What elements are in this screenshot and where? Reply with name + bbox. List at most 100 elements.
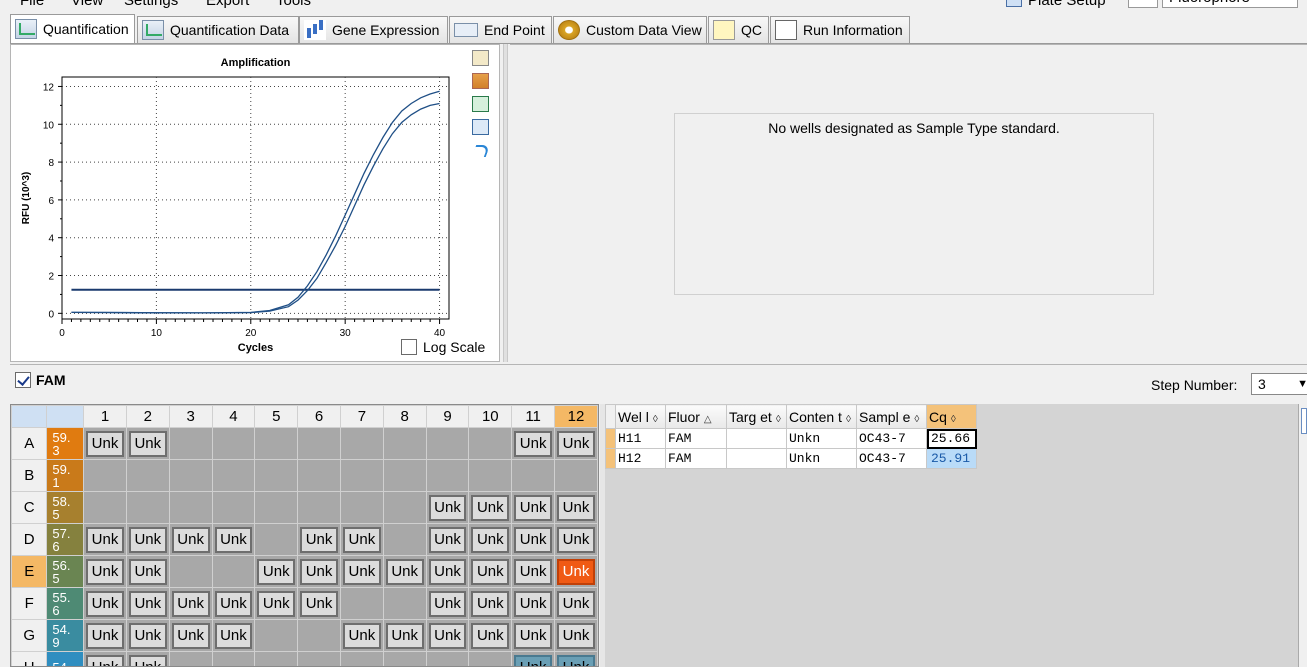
- plate-well[interactable]: Unk: [468, 555, 513, 588]
- column-header-content[interactable]: Conten t ◊: [786, 404, 857, 429]
- plate-well[interactable]: Unk: [83, 587, 127, 620]
- plate-well[interactable]: [168, 555, 213, 588]
- plate-well[interactable]: Unk: [511, 651, 556, 666]
- plate-well[interactable]: Unk: [425, 523, 470, 556]
- well-sample-type[interactable]: Unk: [428, 622, 467, 649]
- plate-well[interactable]: [425, 651, 470, 666]
- plate-well[interactable]: Unk: [125, 619, 170, 652]
- row-header[interactable]: A: [11, 427, 48, 460]
- log-scale-checkbox[interactable]: Log Scale: [401, 339, 485, 355]
- row-selector[interactable]: [605, 448, 616, 469]
- plate-well[interactable]: Unk: [83, 619, 127, 652]
- row-header[interactable]: D: [11, 523, 48, 556]
- well-sample-type[interactable]: Unk: [514, 622, 553, 649]
- column-header[interactable]: 8: [382, 405, 427, 428]
- plate-well[interactable]: Unk: [468, 619, 513, 652]
- plate-well[interactable]: Unk: [168, 619, 213, 652]
- plate-well[interactable]: Unk: [339, 555, 384, 588]
- well-sample-type[interactable]: Unk: [342, 558, 381, 585]
- well-sample-type[interactable]: Unk: [300, 526, 338, 553]
- plate-well[interactable]: [168, 651, 213, 666]
- plate-well[interactable]: Unk: [125, 427, 170, 460]
- well-sample-type[interactable]: Unk: [128, 590, 167, 617]
- column-header[interactable]: 9: [425, 405, 470, 428]
- plate-well[interactable]: [125, 491, 170, 524]
- well-sample-type[interactable]: Unk: [557, 558, 595, 585]
- plate-well[interactable]: [339, 491, 384, 524]
- row-header[interactable]: F: [11, 587, 48, 620]
- tab-custom-data-view[interactable]: Custom Data View: [553, 16, 707, 43]
- plate-well[interactable]: Unk: [511, 427, 556, 460]
- plate-well[interactable]: Unk: [382, 555, 427, 588]
- tab-quantification[interactable]: Quantification: [10, 14, 135, 43]
- plate-well[interactable]: [511, 459, 556, 492]
- well-sample-type[interactable]: Unk: [514, 590, 553, 617]
- cell-cq[interactable]: 25.91: [926, 448, 977, 469]
- row-header[interactable]: C: [11, 491, 48, 524]
- vertical-splitter[interactable]: [503, 44, 508, 362]
- well-sample-type[interactable]: Unk: [428, 558, 467, 585]
- plate-well[interactable]: [382, 427, 427, 460]
- plate-well[interactable]: [382, 651, 427, 666]
- plate-well[interactable]: Unk: [339, 523, 384, 556]
- plate-well[interactable]: [297, 459, 341, 492]
- plate-well[interactable]: [254, 427, 299, 460]
- well-sample-type[interactable]: Unk: [471, 526, 510, 553]
- plate-well[interactable]: [382, 587, 427, 620]
- step-number-select[interactable]: 3 ▼: [1251, 373, 1307, 395]
- well-sample-type[interactable]: Unk: [557, 494, 595, 521]
- plate-well[interactable]: Unk: [425, 619, 470, 652]
- plate-well[interactable]: Unk: [554, 587, 598, 620]
- tab-gene-expression[interactable]: Gene Expression: [299, 16, 448, 43]
- well-sample-type[interactable]: Unk: [557, 622, 595, 649]
- table-row[interactable]: H11 FAM Unkn OC43-7 25.66: [605, 428, 977, 449]
- plate-well[interactable]: Unk: [511, 555, 556, 588]
- well-sample-type[interactable]: Unk: [128, 558, 167, 585]
- well-sample-type[interactable]: Unk: [428, 494, 467, 521]
- cell-target[interactable]: [726, 448, 787, 469]
- menu-file[interactable]: File: [20, 0, 44, 9]
- well-sample-type[interactable]: Unk: [171, 526, 210, 553]
- plate-well[interactable]: [83, 459, 127, 492]
- plate-well[interactable]: [339, 427, 384, 460]
- plate-well[interactable]: [211, 651, 256, 666]
- plate-well[interactable]: Unk: [297, 523, 341, 556]
- column-header[interactable]: 7: [339, 405, 384, 428]
- well-sample-type[interactable]: Unk: [300, 590, 338, 617]
- plate-well[interactable]: Unk: [425, 587, 470, 620]
- tab-quantification-data[interactable]: Quantification Data: [137, 16, 299, 43]
- plate-well[interactable]: [468, 651, 513, 666]
- cell-content[interactable]: Unkn: [786, 428, 857, 449]
- plate-well[interactable]: Unk: [511, 587, 556, 620]
- plate-setup-button[interactable]: Plate Setup: [1006, 0, 1106, 10]
- well-sample-type[interactable]: Unk: [514, 654, 553, 666]
- plate-well[interactable]: Unk: [125, 651, 170, 666]
- export-chart-icon[interactable]: [472, 96, 489, 112]
- plate-well[interactable]: Unk: [554, 523, 598, 556]
- cell-target[interactable]: [726, 428, 787, 449]
- cell-well[interactable]: H12: [615, 448, 666, 469]
- plate-well[interactable]: [339, 651, 384, 666]
- well-sample-type[interactable]: Unk: [471, 590, 510, 617]
- plate-well[interactable]: [83, 491, 127, 524]
- plate-well[interactable]: Unk: [168, 523, 213, 556]
- well-sample-type[interactable]: Unk: [128, 526, 167, 553]
- plate-well[interactable]: [382, 459, 427, 492]
- well-sample-type[interactable]: Unk: [86, 558, 124, 585]
- plate-well[interactable]: Unk: [554, 491, 598, 524]
- column-header[interactable]: 10: [468, 405, 513, 428]
- plate-well[interactable]: [254, 491, 299, 524]
- well-sample-type[interactable]: Unk: [514, 494, 553, 521]
- fluorophore-color-icon[interactable]: [1128, 0, 1158, 8]
- well-sample-type[interactable]: Unk: [557, 430, 595, 457]
- plate-well[interactable]: Unk: [554, 427, 598, 460]
- tab-qc[interactable]: QC: [708, 16, 769, 43]
- cell-fluor[interactable]: FAM: [665, 428, 727, 449]
- plate-well[interactable]: [211, 555, 256, 588]
- plate-well[interactable]: Unk: [468, 491, 513, 524]
- well-sample-type[interactable]: Unk: [342, 526, 381, 553]
- plate-well[interactable]: Unk: [382, 619, 427, 652]
- column-header-fluor[interactable]: Fluor △: [665, 404, 727, 429]
- column-header[interactable]: 5: [254, 405, 299, 428]
- cell-well[interactable]: H11: [615, 428, 666, 449]
